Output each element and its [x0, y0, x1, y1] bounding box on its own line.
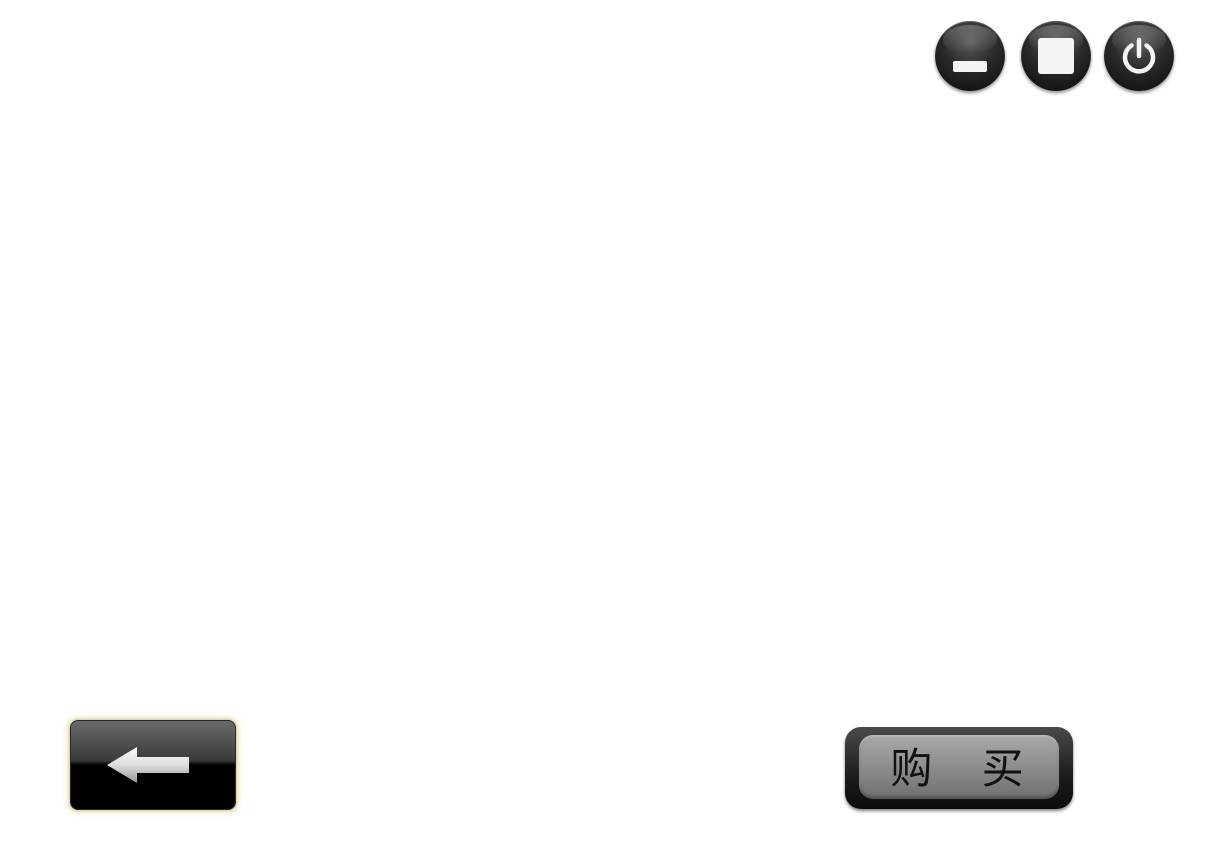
- minimize-icon: [953, 61, 987, 72]
- maximize-button[interactable]: [1021, 21, 1091, 91]
- arrow-left-icon: [107, 747, 189, 783]
- maximize-icon: [1038, 38, 1074, 74]
- power-button[interactable]: [1104, 21, 1174, 91]
- minimize-button[interactable]: [935, 21, 1005, 91]
- power-icon: [1122, 37, 1156, 74]
- buy-button-label: 购 买: [890, 744, 1042, 793]
- buy-button[interactable]: 购 买: [845, 727, 1073, 809]
- back-button[interactable]: [70, 720, 236, 810]
